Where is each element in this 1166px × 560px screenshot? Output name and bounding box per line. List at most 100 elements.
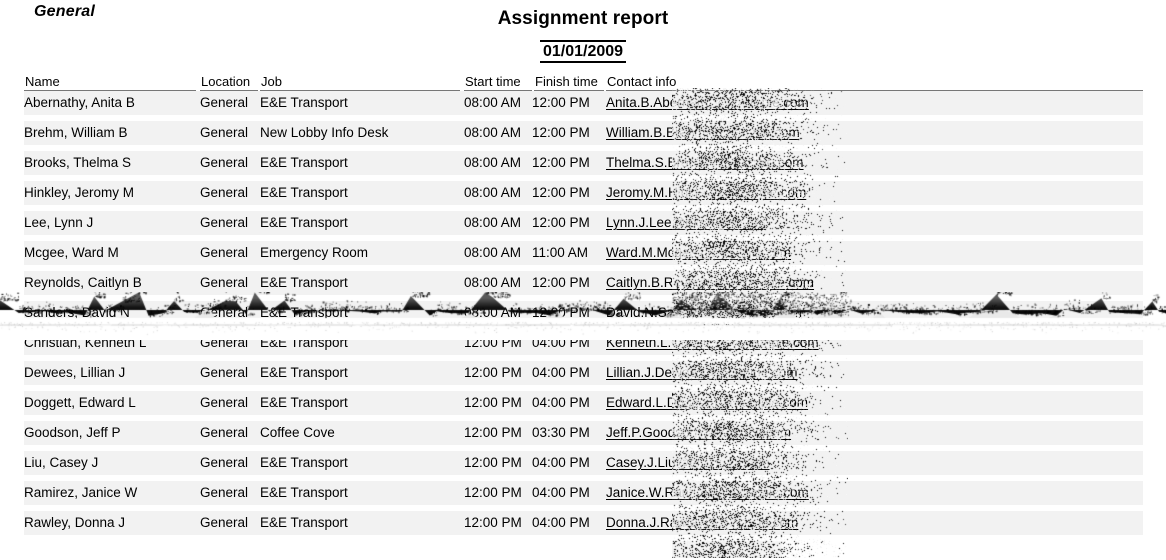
- cell-name: Christian, Kenneth L: [24, 335, 147, 350]
- cell-name: Dewees, Lillian J: [24, 365, 126, 380]
- cell-location: General: [200, 245, 249, 260]
- cell-name: Brehm, William B: [24, 125, 128, 140]
- cell-contact[interactable]: William.B.Brehm@example.com: [606, 124, 1036, 141]
- cell-start: 12:00 PM: [464, 455, 522, 470]
- column-header-start: Start time: [464, 75, 532, 91]
- cell-job: New Lobby Info Desk: [260, 125, 389, 140]
- cell-finish: 12:00 PM: [532, 185, 590, 200]
- cell-job: E&E Transport: [260, 455, 348, 470]
- cell-finish: 11:00 AM: [532, 245, 589, 260]
- cell-job: E&E Transport: [260, 185, 348, 200]
- cell-finish: 04:00 PM: [532, 365, 590, 380]
- cell-job: E&E Transport: [260, 215, 348, 230]
- cell-name: Abernathy, Anita B: [24, 95, 135, 110]
- column-header-location: Location: [200, 75, 258, 91]
- cell-job: E&E Transport: [260, 395, 348, 410]
- cell-start: 08:00 AM: [464, 155, 522, 170]
- cell-finish: 04:00 PM: [532, 455, 590, 470]
- cell-name: Sanders, David N: [24, 305, 130, 320]
- column-header-job: Job: [260, 75, 460, 91]
- cell-contact[interactable]: Ward.M.Mcgee@example.com: [606, 244, 1036, 261]
- cell-finish: 04:00 PM: [532, 395, 590, 410]
- cell-start: 08:00 AM: [464, 275, 522, 290]
- cell-job: E&E Transport: [260, 515, 348, 530]
- cell-start: 08:00 AM: [464, 185, 522, 200]
- cell-job: E&E Transport: [260, 485, 348, 500]
- report-date: 01/01/2009: [539, 40, 627, 63]
- cell-job: E&E Transport: [260, 365, 348, 380]
- cell-contact[interactable]: Caitlyn.B.Reynolds@example.com: [606, 274, 1036, 291]
- table-row: Reynolds, Caitlyn B General E&E Transport 0…: [24, 271, 1143, 295]
- cell-start: 08:00 AM: [464, 95, 522, 110]
- cell-name: Ramirez, Janice W: [24, 485, 138, 500]
- cell-name: Rawley, Donna J: [24, 515, 126, 530]
- cell-contact[interactable]: Edward.L.Doggett@example.com: [606, 394, 1036, 411]
- column-header-finish: Finish time: [534, 75, 604, 91]
- cell-job: E&E Transport: [260, 95, 348, 110]
- table-row: Sanders, David N General E&E Transport 08:0…: [24, 301, 1143, 325]
- column-header-contact: Contact info: [606, 75, 1143, 91]
- table-row: Christian, Kenneth L General E&E Transport…: [24, 331, 1143, 355]
- cell-location: General: [200, 215, 249, 230]
- cell-contact[interactable]: Casey.J.Liu@example.com: [606, 454, 1036, 471]
- cell-location: General: [200, 275, 249, 290]
- cell-job: E&E Transport: [260, 155, 348, 170]
- cell-finish: 04:00 PM: [532, 485, 590, 500]
- cell-name: Reynolds, Caitlyn B: [24, 275, 142, 290]
- cell-contact[interactable]: Thelma.S.Brooks@example.com: [606, 154, 1036, 171]
- cell-location: General: [200, 125, 249, 140]
- table-row: Brooks, Thelma S General E&E Transport 08:0…: [24, 151, 1143, 175]
- cell-location: General: [200, 95, 249, 110]
- table-row: Doggett, Edward L General E&E Transport 12:…: [24, 391, 1143, 415]
- cell-name: Lee, Lynn J: [24, 215, 94, 230]
- cell-contact[interactable]: Jeff.P.Goodson@example.com: [606, 424, 1036, 441]
- table-row: Ramirez, Janice W General E&E Transport 12:…: [24, 481, 1143, 505]
- cell-contact[interactable]: Janice.W.Ramirez@example.com: [606, 484, 1036, 501]
- table-row: Brehm, William B General New Lobby Info De…: [24, 121, 1143, 145]
- report-date-container: 01/01/2009: [0, 40, 1166, 63]
- table-row: Mcgee, Ward M General Emergency Room 08:00 …: [24, 241, 1143, 265]
- cell-finish: 04:00 PM: [532, 515, 590, 530]
- cell-contact[interactable]: Kenneth.L.Christian@example.com: [606, 334, 1036, 351]
- cell-location: General: [200, 305, 249, 320]
- cell-start: 12:00 PM: [464, 335, 522, 350]
- cell-location: General: [200, 395, 249, 410]
- cell-start: 12:00 PM: [464, 395, 522, 410]
- cell-start: 08:00 AM: [464, 215, 522, 230]
- cell-location: General: [200, 425, 249, 440]
- cell-location: General: [200, 455, 249, 470]
- table-row: Dewees, Lillian J General E&E Transport 12:…: [24, 361, 1143, 385]
- cell-location: General: [200, 365, 249, 380]
- cell-location: General: [200, 335, 249, 350]
- cell-location: General: [200, 155, 249, 170]
- cell-name: Brooks, Thelma S: [24, 155, 132, 170]
- table-row: Goodson, Jeff P General Coffee Cove 12:00 P…: [24, 421, 1143, 445]
- cell-contact[interactable]: Jeromy.M.Hinkley@example.com: [606, 184, 1036, 201]
- cell-name: Goodson, Jeff P: [24, 425, 121, 440]
- cell-contact[interactable]: Anita.B.Abernathy@example.com: [606, 94, 1036, 111]
- cell-location: General: [200, 515, 249, 530]
- table-row: Lee, Lynn J General E&E Transport 08:00 AM 1…: [24, 211, 1143, 235]
- cell-start: 12:00 PM: [464, 365, 522, 380]
- column-header-name: Name: [24, 75, 196, 91]
- cell-start: 08:00 AM: [464, 305, 522, 320]
- cell-contact[interactable]: Lynn.J.Lee@example.com: [606, 214, 1036, 231]
- cell-contact[interactable]: David.N.Sanders@example.com: [606, 304, 1036, 321]
- cell-location: General: [200, 485, 249, 500]
- cell-job: Emergency Room: [260, 245, 369, 260]
- cell-start: 12:00 PM: [464, 485, 522, 500]
- cell-finish: 04:00 PM: [532, 335, 590, 350]
- cell-contact[interactable]: Donna.J.Rawley@example.com: [606, 514, 1036, 531]
- cell-finish: 12:00 PM: [532, 215, 590, 230]
- cell-job: E&E Transport: [260, 275, 348, 290]
- cell-start: 08:00 AM: [464, 245, 522, 260]
- cell-finish: 12:00 PM: [532, 125, 590, 140]
- cell-start: 12:00 PM: [464, 425, 522, 440]
- cell-finish: 12:00 PM: [532, 95, 590, 110]
- cell-contact[interactable]: Lillian.J.Dewees@example.com: [606, 364, 1036, 381]
- cell-job: Coffee Cove: [260, 425, 335, 440]
- cell-job: E&E Transport: [260, 335, 348, 350]
- cell-finish: 03:30 PM: [532, 425, 590, 440]
- table-row: Abernathy, Anita B General E&E Transport 08…: [24, 91, 1143, 115]
- table-row: Liu, Casey J General E&E Transport 12:00 PM…: [24, 451, 1143, 475]
